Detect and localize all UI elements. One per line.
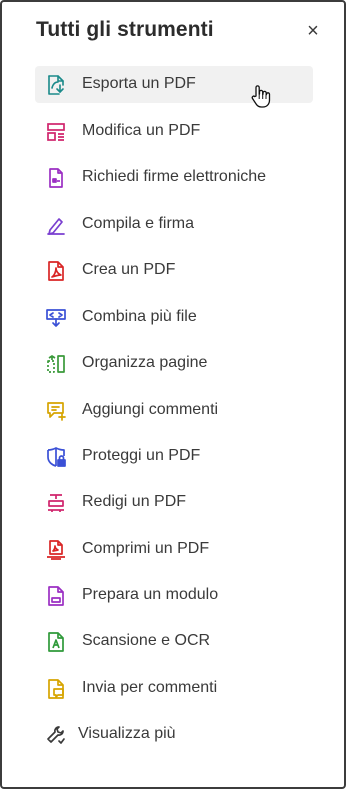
tool-prepare-form[interactable]: Prepara un modulo <box>35 577 313 614</box>
panel-title: Tutti gli strumenti <box>36 18 214 41</box>
add-comments-icon <box>45 400 67 422</box>
combine-files-icon <box>45 307 67 329</box>
all-tools-panel: Tutti gli strumenti × Esporta un PDF Mod… <box>0 0 346 789</box>
tool-label: Organizza pagine <box>82 354 208 371</box>
view-more-button[interactable]: Visualizza più <box>35 716 313 753</box>
send-comments-icon <box>45 678 67 700</box>
tool-label: Modifica un PDF <box>82 122 201 139</box>
organize-pages-icon <box>45 353 67 375</box>
tool-label: Esporta un PDF <box>82 75 196 92</box>
prepare-form-icon <box>45 585 67 607</box>
close-icon[interactable]: × <box>302 20 324 42</box>
compress-pdf-icon <box>45 539 67 561</box>
tool-label: Scansione e OCR <box>82 632 211 649</box>
tool-label: Compila e firma <box>82 215 195 232</box>
tool-label: Aggiungi commenti <box>82 401 219 418</box>
tool-label: Prepara un modulo <box>82 586 219 603</box>
tool-export-pdf[interactable]: Esporta un PDF <box>35 66 313 103</box>
tool-add-comments[interactable]: Aggiungi commenti <box>35 392 313 429</box>
wrench-icon <box>45 724 67 746</box>
scan-ocr-icon <box>45 631 67 653</box>
tool-create-pdf[interactable]: Crea un PDF <box>35 252 313 289</box>
tool-compress-pdf[interactable]: Comprimi un PDF <box>35 531 313 568</box>
create-pdf-icon <box>45 260 67 282</box>
tool-label: Comprimi un PDF <box>82 540 210 557</box>
tool-label: Redigi un PDF <box>82 493 187 510</box>
tool-send-comments[interactable]: Invia per commenti <box>35 670 313 707</box>
tool-label: Crea un PDF <box>82 261 176 278</box>
tool-label: Richiedi firme elettroniche <box>82 168 267 185</box>
view-more-label: Visualizza più <box>78 725 176 742</box>
tool-label: Invia per commenti <box>82 679 218 696</box>
edit-pdf-icon <box>45 121 67 143</box>
tool-label: Combina più file <box>82 308 197 325</box>
protect-pdf-icon <box>45 446 67 468</box>
export-pdf-icon <box>45 74 67 96</box>
tool-organize-pages[interactable]: Organizza pagine <box>35 345 313 382</box>
tool-combine-files[interactable]: Combina più file <box>35 299 313 336</box>
tool-request-signatures[interactable]: Richiedi firme elettroniche <box>35 159 313 196</box>
tool-protect-pdf[interactable]: Proteggi un PDF <box>35 438 313 475</box>
tool-fill-sign[interactable]: Compila e firma <box>35 206 313 243</box>
tool-redact-pdf[interactable]: Redigi un PDF <box>35 484 313 521</box>
tool-scan-ocr[interactable]: Scansione e OCR <box>35 623 313 660</box>
redact-pdf-icon <box>45 492 67 514</box>
request-signatures-icon <box>45 167 67 189</box>
tool-label: Proteggi un PDF <box>82 447 201 464</box>
tool-edit-pdf[interactable]: Modifica un PDF <box>35 113 313 150</box>
fill-sign-icon <box>45 214 67 236</box>
